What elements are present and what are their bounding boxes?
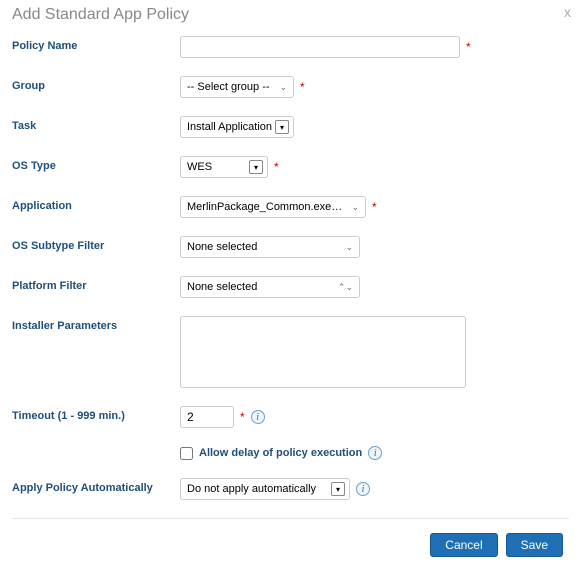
chevron-down-icon: ⌄ — [351, 202, 359, 213]
task-select[interactable]: Install Application ▾ — [180, 116, 294, 138]
required-mark: * — [466, 40, 471, 54]
required-mark: * — [372, 200, 377, 214]
info-icon[interactable]: i — [356, 482, 370, 496]
label-group: Group — [12, 76, 180, 92]
label-task: Task — [12, 116, 180, 132]
dialog-title: Add Standard App Policy — [12, 6, 569, 24]
timeout-input[interactable] — [180, 406, 234, 428]
chevron-down-icon: ⌄ — [345, 242, 353, 253]
label-platform-filter: Platform Filter — [12, 276, 180, 292]
required-mark: * — [240, 410, 245, 424]
info-icon[interactable]: i — [368, 446, 382, 460]
divider — [12, 518, 569, 519]
label-policy-name: Policy Name — [12, 36, 180, 52]
os-type-select-value: WES — [187, 161, 212, 173]
label-apply-auto: Apply Policy Automatically — [12, 478, 180, 494]
button-bar: Cancel Save — [12, 533, 569, 557]
apply-auto-select[interactable]: Do not apply automatically ▾ — [180, 478, 350, 500]
group-select-value: -- Select group -- — [187, 81, 270, 93]
application-select[interactable]: MerlinPackage_Common.exe (Loc ⌄ — [180, 196, 366, 218]
apply-auto-value: Do not apply automatically — [187, 483, 316, 495]
close-icon[interactable]: x — [564, 4, 571, 20]
cancel-button[interactable]: Cancel — [430, 533, 497, 557]
info-icon[interactable]: i — [251, 410, 265, 424]
allow-delay-checkbox[interactable] — [180, 447, 193, 460]
platform-filter-value: None selected — [187, 281, 257, 293]
chevron-down-icon: ▾ — [249, 160, 263, 174]
label-allow-delay: Allow delay of policy execution — [199, 447, 362, 459]
task-select-value: Install Application — [187, 121, 272, 133]
chevron-up-down-icon: ⌃⌄ — [338, 282, 353, 293]
label-application: Application — [12, 196, 180, 212]
required-mark: * — [300, 80, 305, 94]
chevron-down-icon: ▾ — [331, 482, 345, 496]
required-mark: * — [274, 160, 279, 174]
save-button[interactable]: Save — [506, 533, 563, 557]
label-timeout: Timeout (1 - 999 min.) — [12, 406, 180, 422]
platform-filter-select[interactable]: None selected ⌃⌄ — [180, 276, 360, 298]
label-os-type: OS Type — [12, 156, 180, 172]
os-type-select[interactable]: WES ▾ — [180, 156, 268, 178]
label-installer-parameters: Installer Parameters — [12, 316, 180, 332]
os-subtype-filter-select[interactable]: None selected ⌄ — [180, 236, 360, 258]
chevron-down-icon: ⌄ — [279, 82, 287, 93]
chevron-down-icon: ▾ — [275, 120, 289, 134]
policy-name-input[interactable] — [180, 36, 460, 58]
group-select[interactable]: -- Select group -- ⌄ — [180, 76, 294, 98]
add-standard-app-policy-dialog: x Add Standard App Policy Policy Name * … — [0, 0, 581, 569]
installer-parameters-textarea[interactable] — [180, 316, 466, 388]
os-subtype-filter-value: None selected — [187, 241, 257, 253]
label-os-subtype-filter: OS Subtype Filter — [12, 236, 180, 252]
application-select-value: MerlinPackage_Common.exe (Loc — [187, 201, 345, 213]
